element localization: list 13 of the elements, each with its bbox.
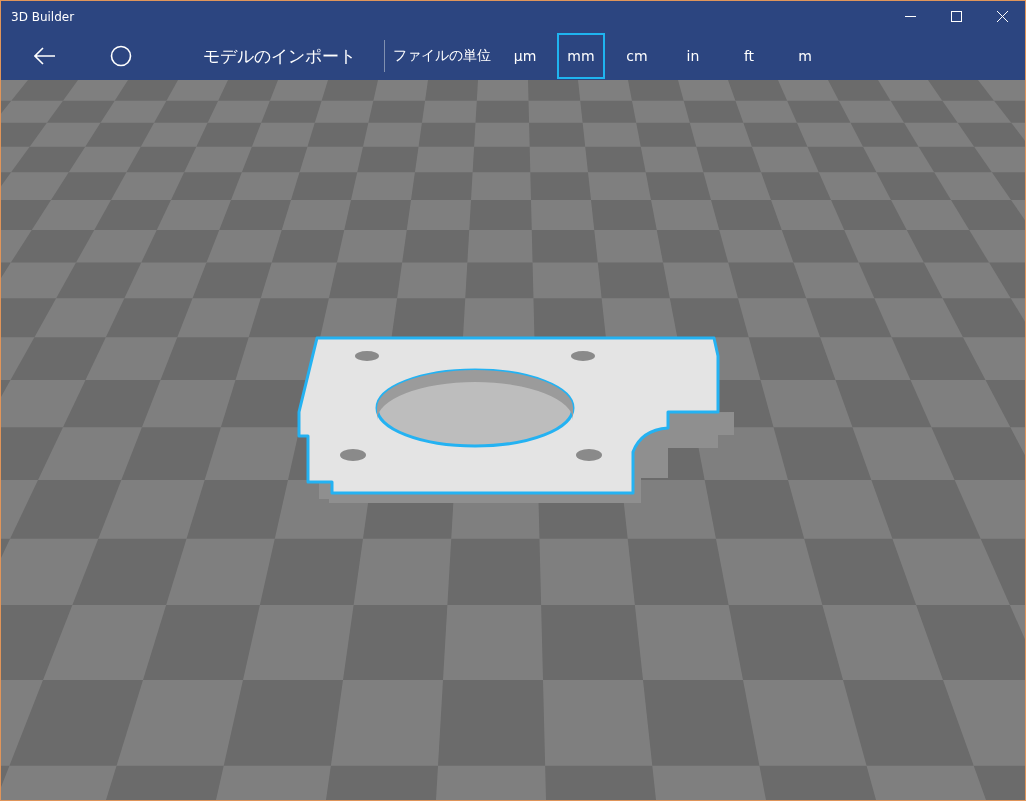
import-model-button[interactable]: モデルのインポート [193,36,366,76]
circle-icon [110,45,132,67]
unit-tab[interactable]: mm [557,33,605,79]
unit-tab[interactable]: μm [501,33,549,79]
unit-tab[interactable]: ft [725,33,773,79]
unit-tab[interactable]: m [781,33,829,79]
unit-tab[interactable]: cm [613,33,661,79]
maximize-icon [950,11,962,22]
close-icon [996,11,1008,22]
back-arrow-icon [34,47,56,65]
unit-tab[interactable]: in [669,33,717,79]
window-title: 3D Builder [10,9,76,24]
file-units-label: ファイルの単位 [393,47,491,65]
